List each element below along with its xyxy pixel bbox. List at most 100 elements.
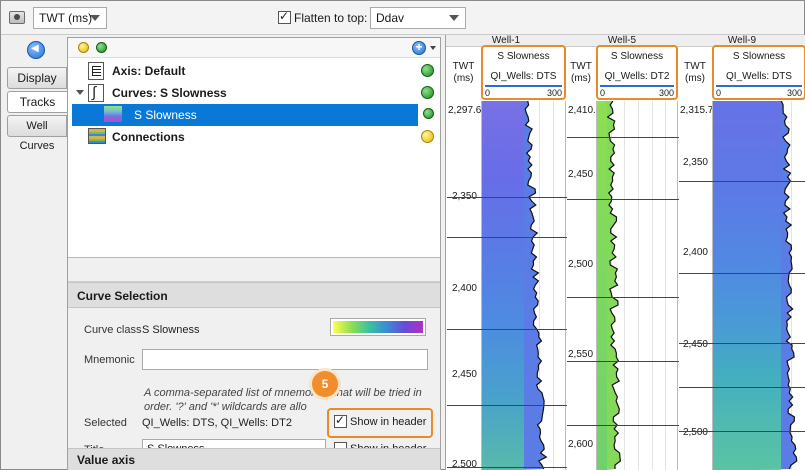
marker-line [679,181,805,182]
chevron-down-icon [449,15,459,21]
marker-line [679,387,805,388]
depth-tick-label: 2,450 [568,169,594,180]
twt-label: TWT [684,61,706,72]
well-section-view[interactable]: Well-1 TWT (ms) S Slowness QI_Wells: DTS 0 300… [445,35,805,470]
flatten-label: Flatten to top: [294,10,368,25]
add-icon[interactable]: + [412,41,426,55]
flatten-checkbox[interactable]: Flatten to top: [278,9,368,25]
curve-selection-header[interactable]: Curve Selection [68,282,440,308]
depth-tick-label: 2,450 [682,339,708,350]
twt-unit: (ms) [453,73,474,84]
yellow-status-icon [421,130,434,143]
log-track[interactable] [447,101,567,470]
curve-color-fill [713,101,781,470]
marker-line [567,137,679,138]
flatten-check-icon[interactable] [278,9,291,25]
depth-tick-label: 2,297.6 [448,105,482,116]
scale-max: 300 [786,88,802,98]
track-header[interactable]: S Slowness QI_Wells: DTS 0 300 [712,45,805,100]
axis-icon [88,62,104,80]
tab-tracks[interactable]: Tracks [7,91,67,113]
marker-line [679,273,805,274]
depth-tick-label: 2,550 [568,349,594,360]
tree-item-axis[interactable]: Axis: Default [68,60,440,82]
marker-line [679,431,805,432]
marker-line [447,237,567,238]
callout-badge: 5 [312,371,338,397]
green-status-icon [96,42,107,53]
green-status-icon [423,108,434,119]
depth-tick-label: 2,400 [451,283,477,294]
track-scale: 0 300 [716,85,802,99]
twt-unit: (ms) [685,73,705,84]
depth-tick-label: 2,500 [451,459,477,470]
scale-min: 0 [716,88,722,98]
twt-axis-header: TWT (ms) [678,61,712,85]
track-header-title: S Slowness [497,51,550,62]
domain-select[interactable]: TWT (ms) [33,7,107,29]
tree-item-s-slowness[interactable]: S Slowness [72,104,418,126]
twt-axis-header: TWT (ms) [446,61,481,85]
splitter[interactable] [68,258,440,282]
camera-icon[interactable] [9,11,25,24]
top-toolbar: TWT (ms) Flatten to top: Ddav [1,1,804,35]
marker-line [567,425,679,426]
flatten-select-value: Ddav [376,11,405,25]
track-scale: 0 300 [485,85,562,99]
curve-plot [597,101,622,470]
scale-max: 300 [546,88,562,98]
tree-item-label: Axis: Default [112,64,186,78]
depth-tick-label: 2,600 [568,439,594,450]
track-scale: 0 300 [600,85,674,99]
chevron-down-icon [90,15,100,21]
curve-selection-form: Curve class S Slowness Mnemonic A comma-… [68,308,440,468]
tab-well-curves[interactable]: Well Curves [7,115,67,152]
app-window: TWT (ms) Flatten to top: Ddav Display Tr… [0,0,805,470]
check-icon[interactable] [334,413,347,428]
show-in-header-checkbox-1[interactable]: Show in header [334,413,427,428]
marker-line [447,197,567,198]
selected-label: Selected [84,417,127,429]
twt-unit: (ms) [571,73,591,84]
log-track[interactable] [567,101,679,470]
scale-min: 0 [600,88,606,98]
track-header-title: S Slowness [732,51,786,62]
mnemonic-label: Mnemonic [84,354,135,366]
mnemonic-input[interactable] [142,349,428,370]
log-track[interactable] [679,101,805,470]
green-status-icon [421,86,434,99]
settings-panel: + Axis: Default Curves: S Slowness S Slo… [67,37,441,470]
selected-value: QI_Wells: DTS, QI_Wells: DT2 [142,417,292,429]
caret-down-icon[interactable] [430,46,436,50]
flatten-select[interactable]: Ddav [370,7,466,29]
depth-tick-label: 2,350 [682,157,708,168]
marker-line [567,361,679,362]
value-axis-header[interactable]: Value axis [68,448,440,470]
track-header-mnemonic: QI_Wells: DTS [726,71,792,82]
color-spectrum-swatch[interactable] [330,318,426,336]
expand-caret-icon[interactable] [76,90,84,95]
depth-tick-label: 2,410.4 [568,105,602,116]
depth-tick-label: 2,500 [682,427,708,438]
tree-item-label: Curves: S Slowness [112,86,227,100]
tree-item-connections[interactable]: Connections [68,126,440,148]
marker-line [567,199,679,200]
tree-item-curves[interactable]: Curves: S Slowness [68,82,440,104]
curve-color-fill [482,101,524,470]
tree-item-label: Connections [112,130,185,144]
track-header[interactable]: S Slowness QI_Wells: DTS 0 300 [481,45,566,100]
show-in-header-label: Show in header [350,415,427,428]
tree-item-label: S Slowness [134,108,197,122]
marker-line [447,467,567,468]
panel-toolbar: + [68,38,440,58]
gradient-curve-icon [104,106,122,122]
yellow-status-icon [78,42,89,53]
back-arrow-icon[interactable] [27,41,45,59]
marker-line [679,343,805,344]
curve-color-fill [597,101,607,470]
domain-select-value: TWT (ms) [39,11,93,25]
track-header[interactable]: S Slowness QI_Wells: DT2 0 300 [596,45,678,100]
depth-tick-label: 2,450 [451,369,477,380]
tab-display[interactable]: Display [7,67,67,89]
curve-class-value: S Slowness [142,324,200,336]
